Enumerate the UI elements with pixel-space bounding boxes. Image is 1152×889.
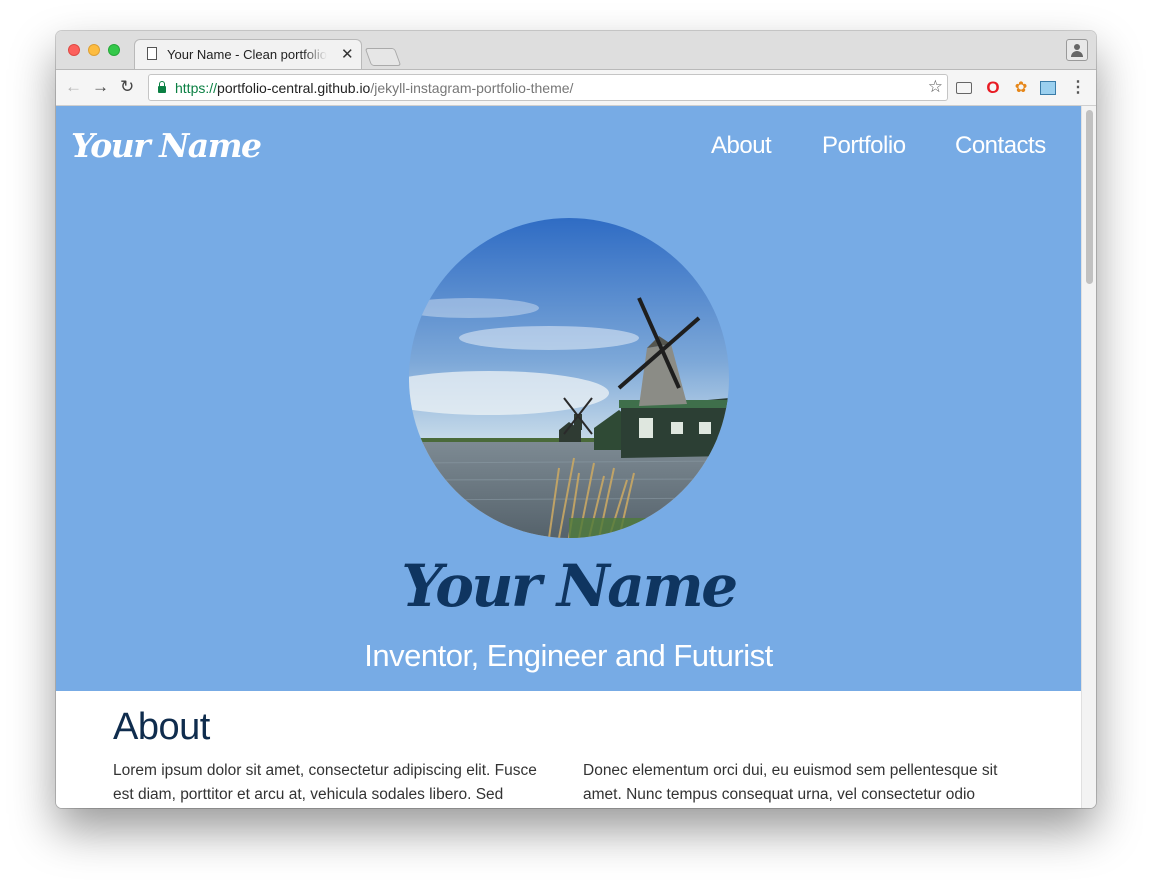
- screenshot-icon[interactable]: [1040, 81, 1056, 95]
- profile-photo: [409, 218, 729, 538]
- tab-bar: Your Name - Clean portfolio theme ✕: [56, 31, 1096, 69]
- url-text[interactable]: https://portfolio-central.github.io/jeky…: [175, 80, 573, 96]
- zoom-window-button[interactable]: [108, 44, 120, 56]
- profile-icon[interactable]: [1066, 39, 1088, 61]
- browser-window: Your Name - Clean portfolio theme ✕ ← → …: [56, 31, 1096, 808]
- hero-name: Your Name: [401, 552, 738, 620]
- pepper-icon[interactable]: ✿: [1012, 79, 1030, 97]
- new-tab-button[interactable]: [364, 48, 402, 66]
- windmill-photo: [409, 218, 729, 538]
- reload-icon[interactable]: ↻: [120, 78, 134, 96]
- cast-icon[interactable]: [956, 82, 972, 94]
- lock-icon: [158, 81, 166, 93]
- tab-title: Your Name - Clean portfolio theme: [167, 47, 327, 62]
- hero-tagline: Inventor, Engineer and Futurist: [364, 638, 773, 673]
- about-text-right: Donec elementum orci dui, eu euismod sem…: [583, 762, 998, 803]
- browser-toolbar: ← → ↻ https://portfolio-central.github.i…: [56, 69, 1096, 106]
- star-icon[interactable]: ☆: [928, 77, 943, 97]
- close-tab-icon[interactable]: ✕: [341, 45, 354, 63]
- about-text-left: Lorem ipsum dolor sit amet, consectetur …: [113, 762, 537, 803]
- scrollbar-thumb[interactable]: [1086, 110, 1093, 284]
- page-viewport: Your Name About Portfolio Contacts Your …: [56, 106, 1081, 808]
- hero-section: Your Name About Portfolio Contacts Your …: [56, 106, 1081, 691]
- minimize-window-button[interactable]: [88, 44, 100, 56]
- kebab-menu-icon[interactable]: ⋮: [1069, 79, 1087, 97]
- opera-icon[interactable]: O: [984, 79, 1002, 97]
- close-window-button[interactable]: [68, 44, 80, 56]
- site-logo[interactable]: Your Name: [71, 126, 262, 165]
- forward-arrow-icon[interactable]: →: [92, 78, 109, 96]
- nav-link-contacts[interactable]: Contacts: [955, 132, 1046, 160]
- address-bar[interactable]: https://portfolio-central.github.io/jeky…: [148, 74, 948, 101]
- nav-link-portfolio[interactable]: Portfolio: [822, 132, 906, 160]
- back-arrow-icon[interactable]: ←: [65, 78, 82, 96]
- about-heading: About: [113, 706, 210, 748]
- scrollbar[interactable]: [1081, 106, 1096, 808]
- browser-tab[interactable]: Your Name - Clean portfolio theme ✕: [134, 39, 362, 69]
- page-icon: [147, 47, 157, 60]
- nav-link-about[interactable]: About: [711, 132, 772, 160]
